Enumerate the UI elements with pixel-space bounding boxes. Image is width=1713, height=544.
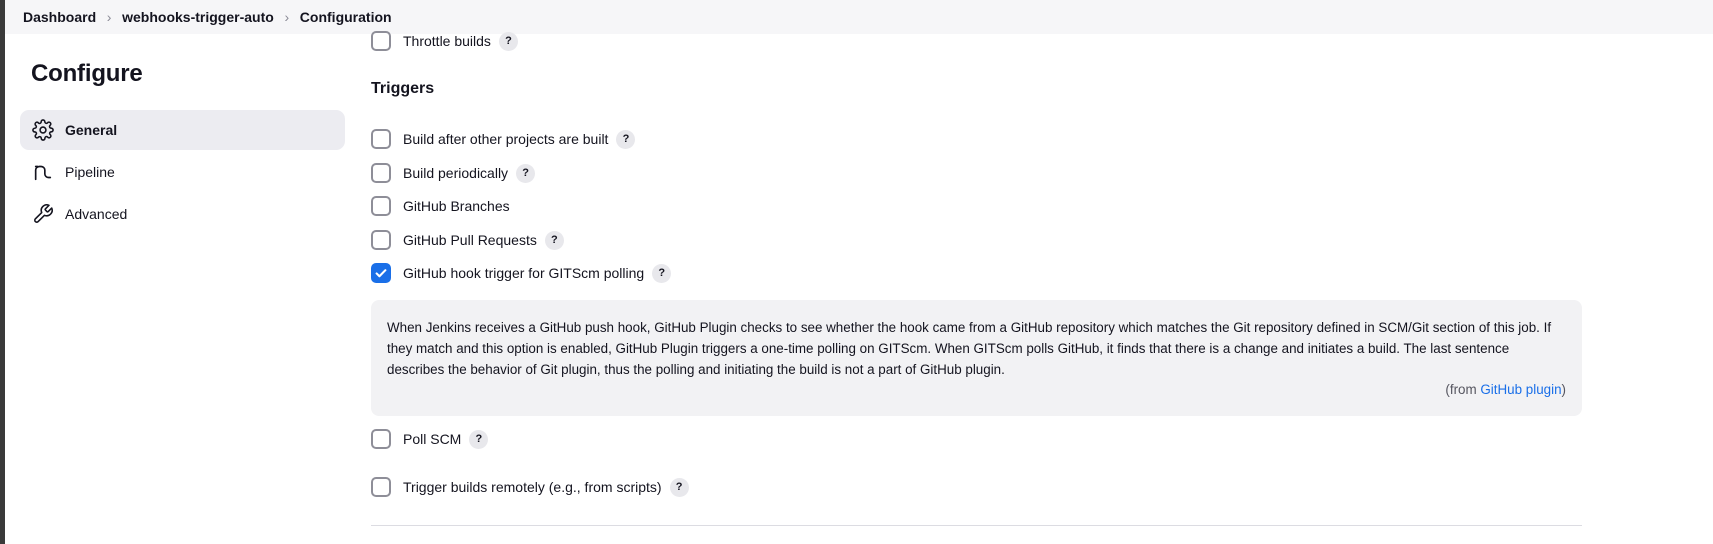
github-plugin-link[interactable]: GitHub plugin (1480, 382, 1561, 397)
gear-icon (31, 118, 55, 142)
wrench-icon (31, 202, 55, 226)
sidebar-item-general[interactable]: General (20, 110, 345, 150)
help-icon[interactable]: ? (669, 477, 689, 497)
section-divider (371, 525, 1582, 526)
trigger-label: GitHub Branches (403, 198, 510, 214)
throttle-builds-label: Throttle builds (403, 33, 491, 49)
build-after-other-projects-checkbox[interactable] (371, 129, 391, 149)
breadcrumb: Dashboard › webhooks-trigger-auto › Conf… (5, 0, 1713, 34)
trigger-github-pull-requests: GitHub Pull Requests ? (371, 229, 564, 251)
page-title: Configure (31, 60, 143, 87)
help-source-suffix: ) (1561, 382, 1566, 397)
github-branches-checkbox[interactable] (371, 196, 391, 216)
trigger-builds-remotely: Trigger builds remotely (e.g., from scri… (371, 476, 689, 498)
trigger-github-hook: GitHub hook trigger for GITScm polling ? (371, 262, 672, 284)
help-icon[interactable]: ? (652, 263, 672, 283)
trigger-poll-scm: Poll SCM ? (371, 428, 489, 450)
trigger-build-after-other-projects: Build after other projects are built ? (371, 128, 636, 150)
help-icon[interactable]: ? (469, 429, 489, 449)
chevron-right-icon: › (284, 9, 290, 25)
sidebar-item-label: Advanced (65, 206, 128, 222)
trigger-label: Build periodically (403, 165, 509, 181)
trigger-label: GitHub Pull Requests (403, 232, 537, 248)
sidebar: Configure General Pipeline Advanced (20, 60, 345, 236)
trigger-label: Poll SCM (403, 431, 462, 447)
trigger-label: Trigger builds remotely (e.g., from scri… (403, 479, 662, 495)
help-icon[interactable]: ? (498, 31, 518, 51)
sidebar-item-label: Pipeline (65, 164, 115, 180)
help-icon[interactable]: ? (616, 129, 636, 149)
window-edge (0, 0, 5, 544)
help-panel: When Jenkins receives a GitHub push hook… (371, 300, 1582, 416)
throttle-builds-checkbox[interactable] (371, 31, 391, 51)
throttle-builds-row: Throttle builds ? (371, 30, 518, 52)
help-source-prefix: (from (1445, 382, 1481, 397)
trigger-label: GitHub hook trigger for GITScm polling (403, 265, 645, 281)
breadcrumb-job[interactable]: webhooks-trigger-auto (122, 9, 274, 25)
help-icon[interactable]: ? (544, 230, 564, 250)
triggers-section-title: Triggers (371, 80, 435, 97)
sidebar-item-label: General (65, 122, 118, 138)
github-pull-requests-checkbox[interactable] (371, 230, 391, 250)
breadcrumb-dashboard[interactable]: Dashboard (23, 9, 96, 25)
build-periodically-checkbox[interactable] (371, 163, 391, 183)
help-source: (from GitHub plugin) (1445, 379, 1566, 400)
checkmark-icon (375, 269, 387, 278)
trigger-builds-remotely-checkbox[interactable] (371, 477, 391, 497)
breadcrumb-configuration: Configuration (299, 9, 392, 25)
help-text: When Jenkins receives a GitHub push hook… (387, 320, 1552, 377)
github-hook-trigger-checkbox[interactable] (371, 263, 391, 283)
trigger-label: Build after other projects are built (403, 131, 609, 147)
trigger-build-periodically: Build periodically ? (371, 162, 536, 184)
help-icon[interactable]: ? (516, 163, 536, 183)
sidebar-item-pipeline[interactable]: Pipeline (20, 152, 345, 192)
poll-scm-checkbox[interactable] (371, 429, 391, 449)
chevron-right-icon: › (106, 9, 112, 25)
sidebar-item-advanced[interactable]: Advanced (20, 194, 345, 234)
pipeline-icon (31, 160, 55, 184)
trigger-github-branches: GitHub Branches (371, 195, 510, 217)
